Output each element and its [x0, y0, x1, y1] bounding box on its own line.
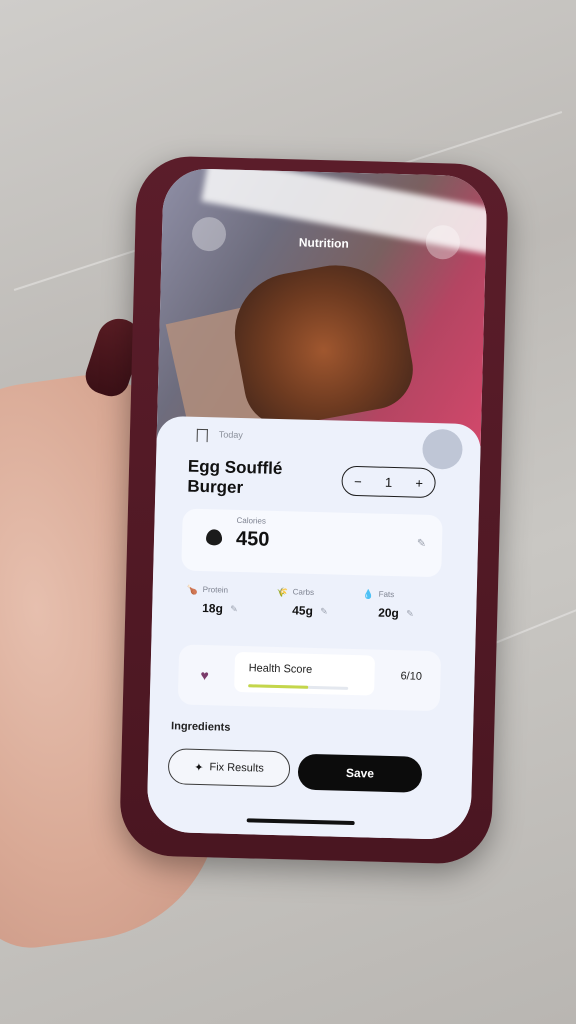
nutrition-sheet: Today Egg Soufflé Burger − 1 + Calories … — [146, 415, 482, 841]
pencil-icon[interactable]: ✎ — [320, 606, 328, 617]
sparkle-icon: ✦ — [194, 761, 204, 774]
pencil-icon[interactable]: ✎ — [406, 608, 414, 619]
calories-value: 450 — [235, 527, 270, 551]
health-score-panel: Health Score — [234, 651, 376, 696]
calories-label: Calories — [236, 515, 266, 526]
fix-results-label: Fix Results — [209, 761, 265, 775]
protein-icon: 🍗 — [186, 584, 199, 595]
ingredients-heading: Ingredients — [170, 720, 231, 734]
phone-screen: Nutrition Today Egg Soufflé Burger − 1 +… — [146, 167, 488, 841]
fix-results-button[interactable]: ✦ Fix Results — [167, 748, 291, 788]
macros-row: 🍗 Protein 18g ✎ 🌾 Carbs 45g ✎ 💧 Fats 20g… — [180, 582, 443, 639]
background-scene: Nutrition Today Egg Soufflé Burger − 1 +… — [0, 0, 576, 1024]
health-score-fill — [248, 684, 309, 689]
pencil-icon[interactable]: ✎ — [230, 604, 238, 615]
macro-carbs[interactable]: 🌾 Carbs 45g ✎ — [270, 585, 351, 633]
save-button[interactable]: Save — [297, 753, 423, 793]
quantity-stepper: − 1 + — [341, 465, 436, 499]
health-score-value: 6/10 — [400, 670, 423, 683]
quantity-value: 1 — [384, 474, 393, 490]
macro-value: 20g — [377, 605, 400, 621]
macro-value: 45g — [292, 603, 314, 618]
macro-fats[interactable]: 💧 Fats 20g ✎ — [356, 587, 437, 635]
macro-value: 18g — [202, 601, 224, 616]
health-score-card: ♥ Health Score 6/10 — [177, 644, 442, 712]
bookmark-icon[interactable] — [196, 428, 208, 443]
macro-protein[interactable]: 🍗 Protein 18g ✎ — [180, 582, 261, 630]
food-photo: Nutrition — [156, 167, 488, 452]
calories-card[interactable]: Calories 450 ✎ — [181, 508, 443, 578]
carbs-icon: 🌾 — [276, 586, 289, 598]
home-indicator[interactable] — [246, 818, 355, 826]
food-name: Egg Soufflé Burger — [187, 456, 283, 498]
pencil-icon[interactable]: ✎ — [417, 537, 427, 550]
health-score-bar — [248, 684, 349, 690]
heart-icon: ♥ — [200, 667, 210, 684]
fats-icon: 💧 — [362, 589, 374, 600]
photo-burger — [224, 253, 420, 433]
increment-button[interactable]: + — [409, 475, 429, 491]
macro-label: Carbs — [292, 587, 315, 597]
flame-icon — [205, 529, 223, 546]
macro-label: Protein — [202, 585, 229, 595]
time-label: Today — [218, 429, 243, 441]
share-button[interactable] — [421, 428, 463, 470]
health-score-label: Health Score — [248, 662, 313, 676]
macro-label: Fats — [378, 589, 395, 600]
decrement-button[interactable]: − — [348, 473, 368, 489]
